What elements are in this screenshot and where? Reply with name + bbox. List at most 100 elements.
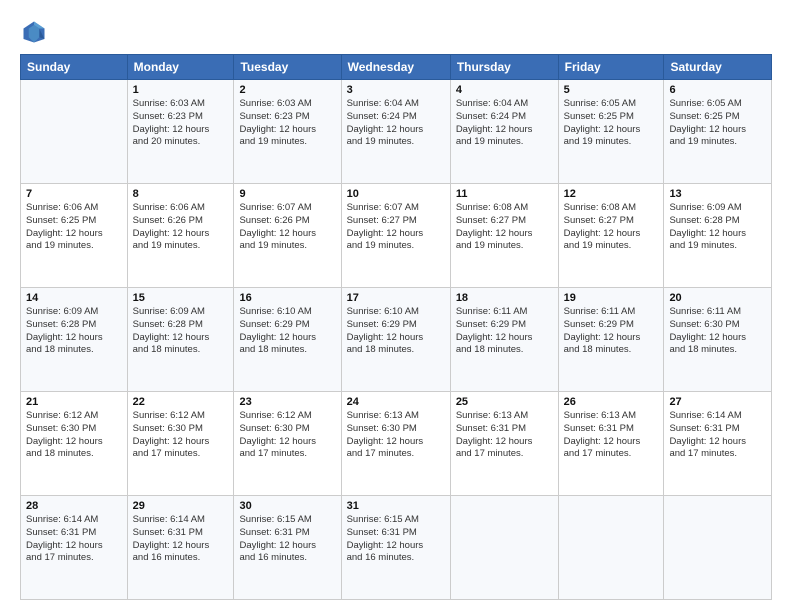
column-header-monday: Monday (127, 55, 234, 80)
day-number: 31 (347, 500, 445, 512)
day-info: Sunrise: 6:10 AM Sunset: 6:29 PM Dayligh… (239, 306, 335, 357)
header-row: SundayMondayTuesdayWednesdayThursdayFrid… (21, 55, 772, 80)
day-info: Sunrise: 6:13 AM Sunset: 6:30 PM Dayligh… (347, 410, 445, 461)
day-cell: 5 Sunrise: 6:05 AM Sunset: 6:25 PM Daylig… (558, 80, 664, 184)
column-header-sunday: Sunday (21, 55, 128, 80)
day-number: 16 (239, 292, 335, 304)
day-info: Sunrise: 6:03 AM Sunset: 6:23 PM Dayligh… (133, 98, 229, 149)
day-info: Sunrise: 6:12 AM Sunset: 6:30 PM Dayligh… (26, 410, 122, 461)
day-info: Sunrise: 6:03 AM Sunset: 6:23 PM Dayligh… (239, 98, 335, 149)
week-row-1: 1 Sunrise: 6:03 AM Sunset: 6:23 PM Daylig… (21, 80, 772, 184)
day-cell: 15 Sunrise: 6:09 AM Sunset: 6:28 PM Dayli… (127, 288, 234, 392)
day-number: 13 (669, 188, 766, 200)
day-info: Sunrise: 6:11 AM Sunset: 6:29 PM Dayligh… (456, 306, 553, 357)
day-cell: 2 Sunrise: 6:03 AM Sunset: 6:23 PM Daylig… (234, 80, 341, 184)
day-number: 11 (456, 188, 553, 200)
day-info: Sunrise: 6:07 AM Sunset: 6:26 PM Dayligh… (239, 202, 335, 253)
day-cell: 9 Sunrise: 6:07 AM Sunset: 6:26 PM Daylig… (234, 184, 341, 288)
day-cell (558, 496, 664, 600)
column-header-tuesday: Tuesday (234, 55, 341, 80)
day-number: 5 (564, 84, 659, 96)
day-number: 9 (239, 188, 335, 200)
day-cell: 6 Sunrise: 6:05 AM Sunset: 6:25 PM Daylig… (664, 80, 772, 184)
day-cell: 21Sunrise: 6:12 AM Sunset: 6:30 PM Dayli… (21, 392, 128, 496)
day-info: Sunrise: 6:09 AM Sunset: 6:28 PM Dayligh… (26, 306, 122, 357)
day-info: Sunrise: 6:09 AM Sunset: 6:28 PM Dayligh… (669, 202, 766, 253)
day-cell: 23 Sunrise: 6:12 AM Sunset: 6:30 PM Dayli… (234, 392, 341, 496)
day-info: Sunrise: 6:06 AM Sunset: 6:25 PM Dayligh… (26, 202, 122, 253)
day-number: 3 (347, 84, 445, 96)
day-info: Sunrise: 6:12 AM Sunset: 6:30 PM Dayligh… (133, 410, 229, 461)
day-cell: 27 Sunrise: 6:14 AM Sunset: 6:31 PM Dayli… (664, 392, 772, 496)
day-number: 26 (564, 396, 659, 408)
day-number: 10 (347, 188, 445, 200)
day-info: Sunrise: 6:11 AM Sunset: 6:30 PM Dayligh… (669, 306, 766, 357)
column-header-thursday: Thursday (450, 55, 558, 80)
day-number: 30 (239, 500, 335, 512)
day-number: 15 (133, 292, 229, 304)
day-cell: 30Sunrise: 6:15 AM Sunset: 6:31 PM Dayli… (234, 496, 341, 600)
day-number: 17 (347, 292, 445, 304)
header (20, 18, 772, 46)
day-number: 14 (26, 292, 122, 304)
day-cell: 14 Sunrise: 6:09 AM Sunset: 6:28 PM Dayli… (21, 288, 128, 392)
day-info: Sunrise: 6:05 AM Sunset: 6:25 PM Dayligh… (564, 98, 659, 149)
day-cell: 20 Sunrise: 6:11 AM Sunset: 6:30 PM Dayli… (664, 288, 772, 392)
day-number: 12 (564, 188, 659, 200)
day-cell: 26Sunrise: 6:13 AM Sunset: 6:31 PM Dayli… (558, 392, 664, 496)
column-header-saturday: Saturday (664, 55, 772, 80)
day-cell: 17 Sunrise: 6:10 AM Sunset: 6:29 PM Dayli… (341, 288, 450, 392)
day-cell: 1 Sunrise: 6:03 AM Sunset: 6:23 PM Daylig… (127, 80, 234, 184)
day-number: 1 (133, 84, 229, 96)
day-cell: 8 Sunrise: 6:06 AM Sunset: 6:26 PM Daylig… (127, 184, 234, 288)
day-number: 8 (133, 188, 229, 200)
day-info: Sunrise: 6:11 AM Sunset: 6:29 PM Dayligh… (564, 306, 659, 357)
day-cell: 31 Sunrise: 6:15 AM Sunset: 6:31 PM Dayli… (341, 496, 450, 600)
day-number: 7 (26, 188, 122, 200)
day-cell: 11 Sunrise: 6:08 AM Sunset: 6:27 PM Dayli… (450, 184, 558, 288)
day-cell: 3Sunrise: 6:04 AM Sunset: 6:24 PM Daylig… (341, 80, 450, 184)
day-number: 6 (669, 84, 766, 96)
day-number: 2 (239, 84, 335, 96)
day-info: Sunrise: 6:08 AM Sunset: 6:27 PM Dayligh… (456, 202, 553, 253)
day-number: 23 (239, 396, 335, 408)
day-cell: 25 Sunrise: 6:13 AM Sunset: 6:31 PM Dayli… (450, 392, 558, 496)
day-info: Sunrise: 6:15 AM Sunset: 6:31 PM Dayligh… (347, 514, 445, 565)
day-info: Sunrise: 6:08 AM Sunset: 6:27 PM Dayligh… (564, 202, 659, 253)
logo (20, 18, 52, 46)
day-number: 20 (669, 292, 766, 304)
calendar-table: SundayMondayTuesdayWednesdayThursdayFrid… (20, 54, 772, 600)
day-number: 25 (456, 396, 553, 408)
column-header-wednesday: Wednesday (341, 55, 450, 80)
day-cell: 13 Sunrise: 6:09 AM Sunset: 6:28 PM Dayli… (664, 184, 772, 288)
logo-icon (20, 18, 48, 46)
day-cell: 4 Sunrise: 6:04 AM Sunset: 6:24 PM Daylig… (450, 80, 558, 184)
day-cell (664, 496, 772, 600)
day-info: Sunrise: 6:14 AM Sunset: 6:31 PM Dayligh… (669, 410, 766, 461)
day-cell: 10Sunrise: 6:07 AM Sunset: 6:27 PM Dayli… (341, 184, 450, 288)
day-info: Sunrise: 6:05 AM Sunset: 6:25 PM Dayligh… (669, 98, 766, 149)
day-info: Sunrise: 6:10 AM Sunset: 6:29 PM Dayligh… (347, 306, 445, 357)
week-row-4: 21Sunrise: 6:12 AM Sunset: 6:30 PM Dayli… (21, 392, 772, 496)
day-number: 29 (133, 500, 229, 512)
day-cell: 29 Sunrise: 6:14 AM Sunset: 6:31 PM Dayli… (127, 496, 234, 600)
page: SundayMondayTuesdayWednesdayThursdayFrid… (0, 0, 792, 612)
day-info: Sunrise: 6:04 AM Sunset: 6:24 PM Dayligh… (456, 98, 553, 149)
day-info: Sunrise: 6:14 AM Sunset: 6:31 PM Dayligh… (26, 514, 122, 565)
day-cell: 22 Sunrise: 6:12 AM Sunset: 6:30 PM Dayli… (127, 392, 234, 496)
day-cell: 18 Sunrise: 6:11 AM Sunset: 6:29 PM Dayli… (450, 288, 558, 392)
day-number: 22 (133, 396, 229, 408)
day-info: Sunrise: 6:14 AM Sunset: 6:31 PM Dayligh… (133, 514, 229, 565)
week-row-5: 28 Sunrise: 6:14 AM Sunset: 6:31 PM Dayli… (21, 496, 772, 600)
day-number: 18 (456, 292, 553, 304)
day-info: Sunrise: 6:13 AM Sunset: 6:31 PM Dayligh… (456, 410, 553, 461)
day-cell (21, 80, 128, 184)
day-number: 27 (669, 396, 766, 408)
day-number: 4 (456, 84, 553, 96)
day-info: Sunrise: 6:12 AM Sunset: 6:30 PM Dayligh… (239, 410, 335, 461)
column-header-friday: Friday (558, 55, 664, 80)
day-info: Sunrise: 6:09 AM Sunset: 6:28 PM Dayligh… (133, 306, 229, 357)
day-info: Sunrise: 6:06 AM Sunset: 6:26 PM Dayligh… (133, 202, 229, 253)
day-number: 28 (26, 500, 122, 512)
day-number: 19 (564, 292, 659, 304)
